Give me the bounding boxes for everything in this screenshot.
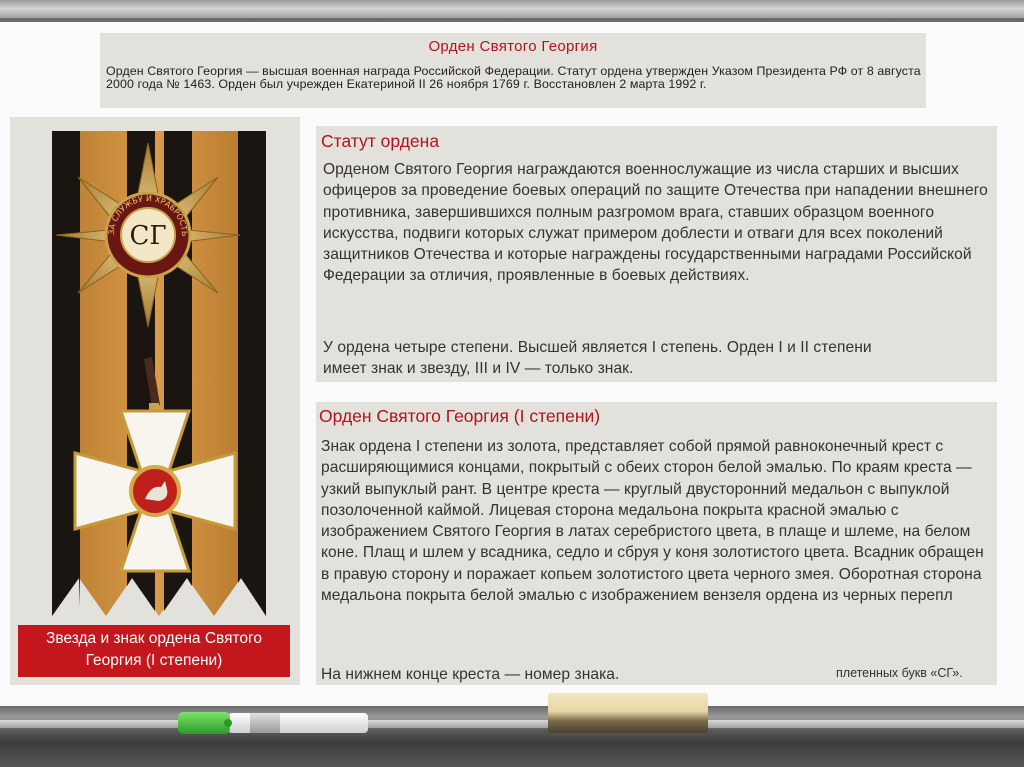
statut-paragraph-2: У ордена четыре степени. Высшей является…: [323, 339, 872, 378]
marker-cap: [178, 712, 230, 734]
order-illustration: СГ ЗА СЛУЖБУ И ХРАБРОСТЬ: [52, 131, 266, 616]
svg-text:СГ: СГ: [129, 221, 166, 251]
marker-band: [250, 713, 280, 733]
marker-body: [228, 713, 368, 733]
board-eraser: [548, 693, 708, 733]
header-text: Орден Святого Георгия — высшая военная н…: [106, 64, 921, 91]
statut-paragraph-1: Орденом Святого Георгия награждаются вое…: [323, 161, 988, 285]
degree-title: Орден Святого Георгия (I степени): [319, 406, 601, 426]
degree-description: Знак ордена I степени из золота, предста…: [321, 438, 984, 605]
page-title: Орден Святого Георгия: [428, 38, 598, 55]
overflow-text: плетенных букв «СГ».: [836, 666, 963, 680]
header-box: Орден Святого Георгия Орден Святого Геор…: [100, 33, 926, 108]
statut-section: Статут ордена Орденом Святого Георгия на…: [316, 126, 997, 382]
marker-tray: [0, 706, 1024, 767]
marker-tray-lip: [0, 720, 1024, 728]
image-caption: Звезда и знак ордена Святого Георгия (I …: [18, 625, 290, 677]
degree-section: Орден Святого Георгия (I степени) Знак о…: [316, 402, 997, 685]
statut-title: Статут ордена: [321, 131, 440, 151]
marker-tip: [224, 719, 232, 727]
order-image-panel: СГ ЗА СЛУЖБУ И ХРАБРОСТЬ Звезда и знак о…: [10, 117, 300, 685]
degree-last-line: На нижнем конце креста — номер знака.: [321, 666, 620, 683]
